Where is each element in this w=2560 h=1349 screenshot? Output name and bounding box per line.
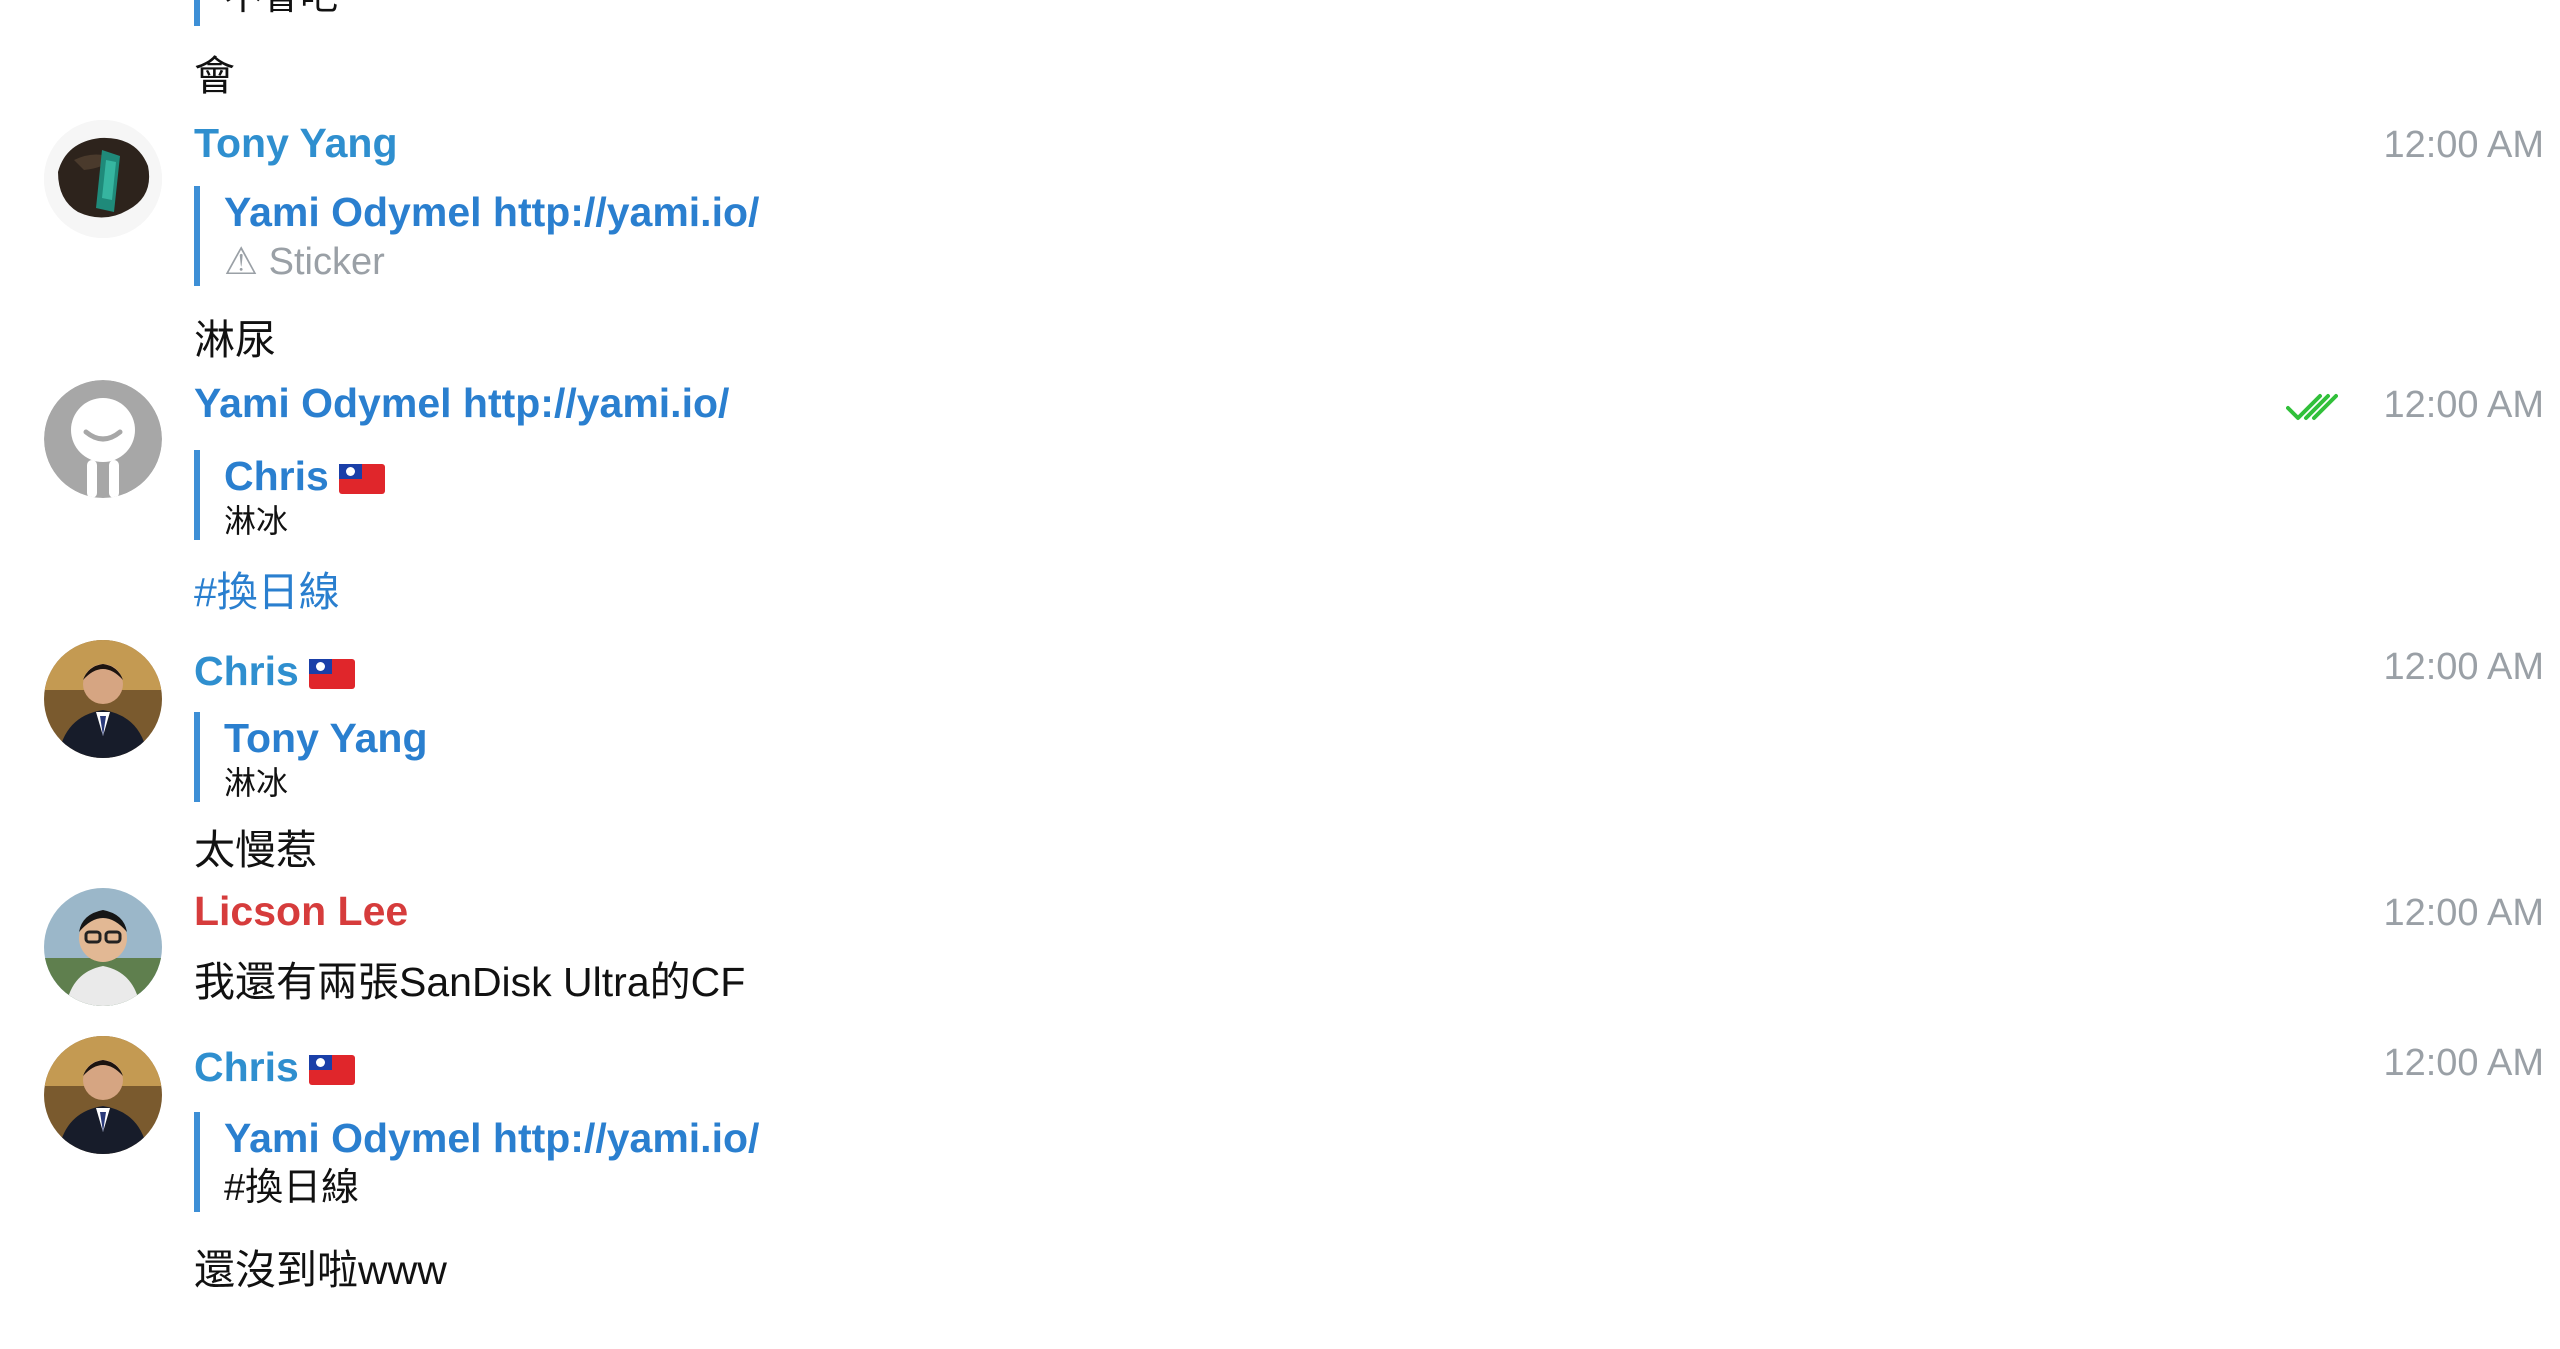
sender-name[interactable]: Yami Odymel http://yami.io/	[194, 380, 729, 427]
quote-sender: Tony Yang	[224, 715, 428, 761]
timestamp: 12:00 AM	[2383, 1042, 2544, 1084]
timestamp: 12:00 AM	[2383, 646, 2544, 688]
reply-quote[interactable]: Yami Odymel http://yami.io/ ⚠ Sticker	[194, 186, 759, 286]
avatar[interactable]	[44, 640, 162, 758]
avatar-image	[44, 888, 162, 1006]
quote-text: 不會吧	[224, 0, 338, 20]
quote-text: #換日線	[224, 1167, 360, 1209]
message-text: 還沒到啦www	[194, 1247, 447, 1293]
sender-name[interactable]: Chris	[194, 1044, 299, 1090]
message-text: 淋尿	[194, 317, 276, 363]
avatar[interactable]	[44, 1036, 162, 1154]
avatar-image	[44, 1036, 162, 1154]
reply-quote[interactable]: 不會吧	[194, 0, 338, 26]
timestamp: 12:00 AM	[2383, 384, 2544, 426]
message-text: 我還有兩張SanDisk Ultra的CF	[194, 959, 746, 1005]
double-check-icon	[2286, 394, 2338, 420]
quote-text: 淋冰	[224, 503, 289, 539]
default-user-icon	[44, 380, 162, 498]
reply-quote[interactable]: Chris 淋冰	[194, 450, 385, 540]
quote-sender: Yami Odymel http://yami.io/	[224, 1115, 760, 1161]
taiwan-flag-icon	[308, 659, 355, 690]
taiwan-flag-icon	[338, 464, 385, 495]
reply-quote[interactable]: Tony Yang 淋冰	[194, 712, 428, 802]
hashtag-link[interactable]: #換日線	[194, 558, 340, 618]
quote-sender: Chris	[224, 453, 329, 499]
quote-sender: Yami Odymel http://yami.io/	[224, 189, 760, 235]
taiwan-flag-icon	[308, 1055, 355, 1086]
reply-quote[interactable]: Yami Odymel http://yami.io/ #換日線	[194, 1112, 759, 1212]
avatar[interactable]	[44, 380, 162, 498]
message-text: 會	[194, 53, 235, 99]
timestamp: 12:00 AM	[2383, 124, 2544, 166]
avatar[interactable]	[44, 888, 162, 1006]
sender-name[interactable]: Chris	[194, 648, 299, 694]
quote-text: 淋冰	[224, 765, 289, 801]
timestamp: 12:00 AM	[2383, 892, 2544, 934]
message-text: 太慢惹	[194, 827, 317, 873]
quote-text: ⚠ Sticker	[224, 241, 385, 283]
avatar[interactable]	[44, 120, 162, 238]
sender-name[interactable]: Tony Yang	[194, 120, 398, 167]
avatar-image	[44, 120, 162, 238]
avatar-image	[44, 640, 162, 758]
sender-name[interactable]: Licson Lee	[194, 888, 408, 935]
